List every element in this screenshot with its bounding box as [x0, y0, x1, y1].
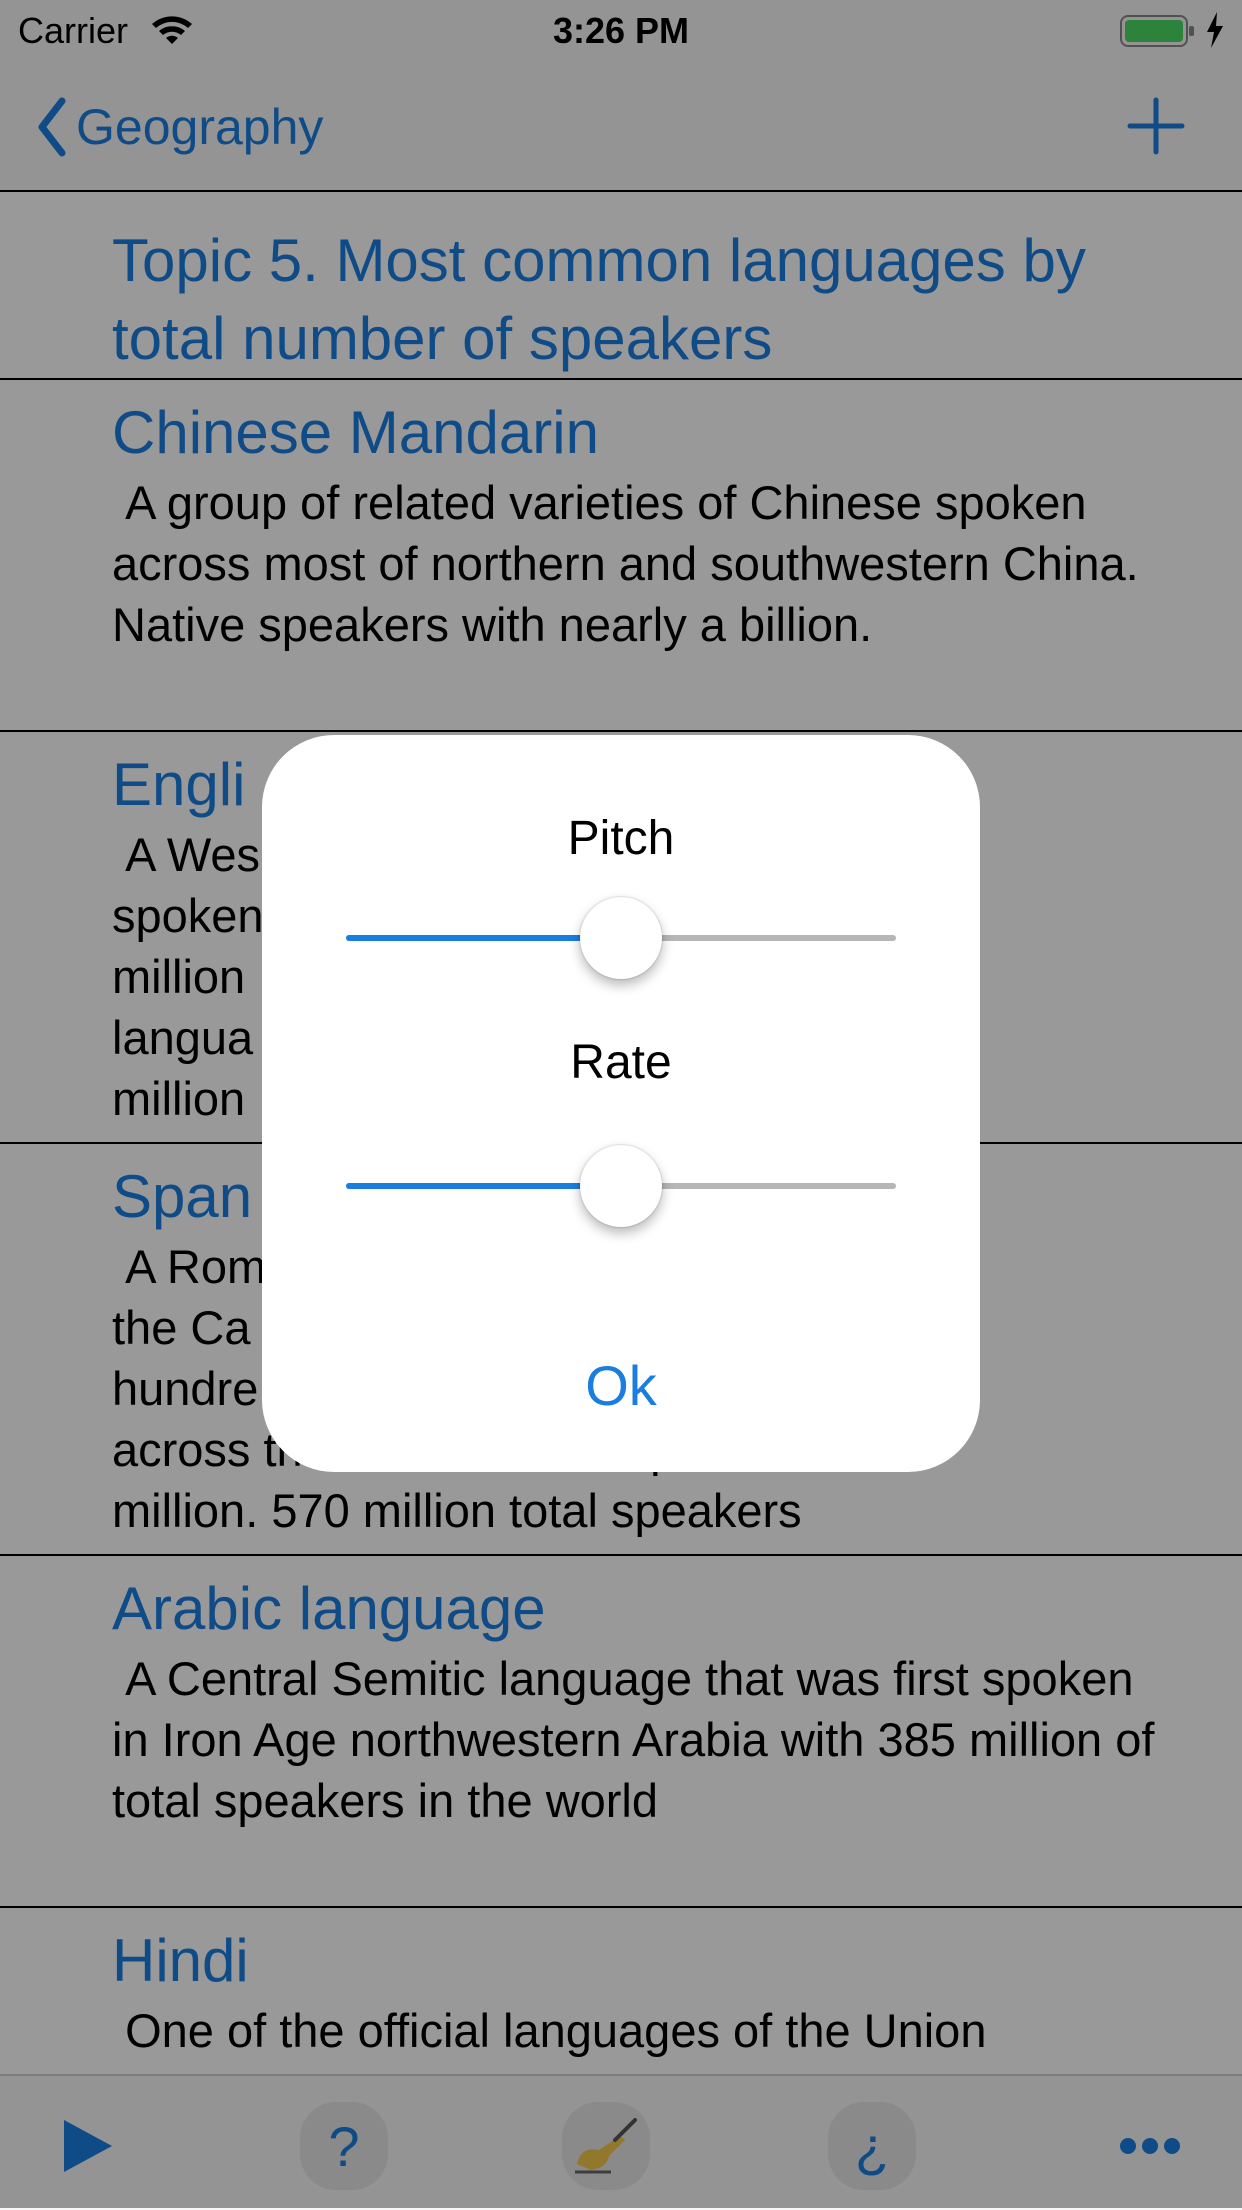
slider-thumb[interactable] [580, 1145, 662, 1227]
speech-settings-dialog: Pitch Rate Ok [262, 735, 980, 1472]
pitch-slider[interactable] [346, 893, 896, 983]
ok-button[interactable]: Ok [262, 1345, 980, 1425]
pitch-label: Pitch [567, 812, 675, 865]
rate-label: Rate [570, 1036, 672, 1089]
slider-thumb[interactable] [580, 897, 662, 979]
rate-slider[interactable] [346, 1141, 896, 1231]
